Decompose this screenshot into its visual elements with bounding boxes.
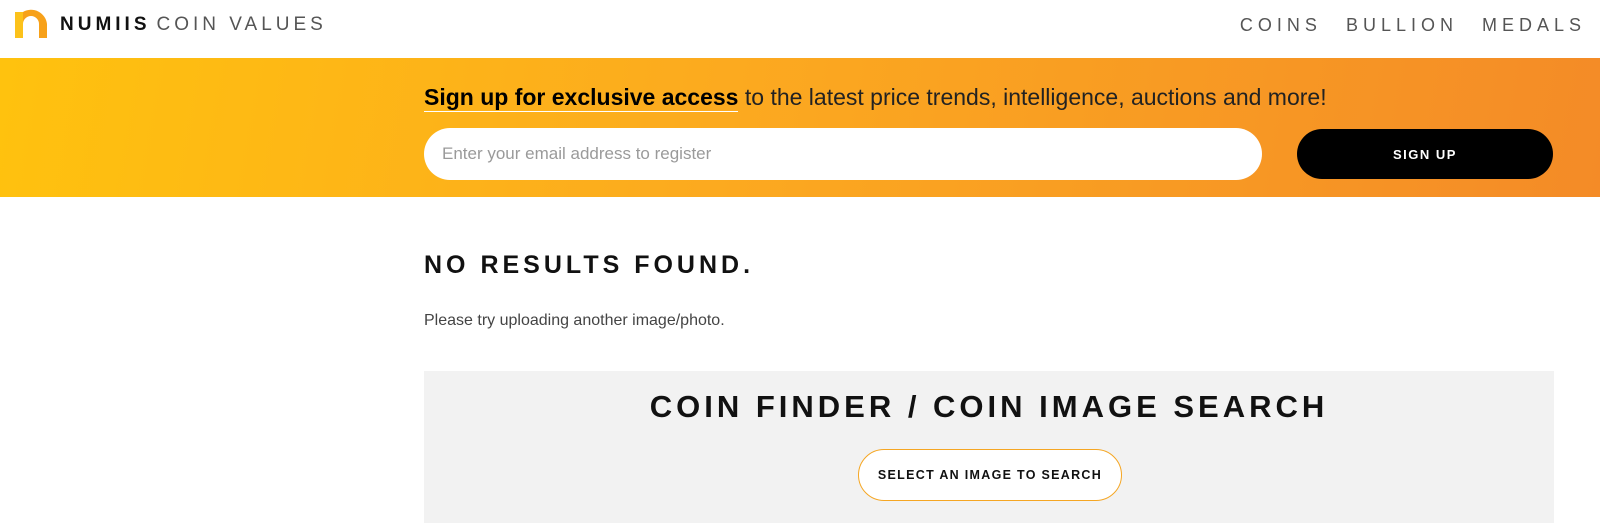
brand-name: NUMIIS: [60, 14, 151, 35]
banner-headline-text: to the latest price trends, intelligence…: [738, 84, 1327, 110]
signup-link[interactable]: Sign up for exclusive access: [424, 84, 739, 112]
no-results-message: Please try uploading another image/photo…: [424, 312, 725, 329]
nav-item-bullion[interactable]: BULLION: [1346, 14, 1458, 36]
brand-wordmark[interactable]: NUMIIS COIN VALUES: [60, 14, 327, 36]
coin-finder-panel: COIN FINDER / COIN IMAGE SEARCH SELECT A…: [424, 371, 1554, 523]
nav-item-coins[interactable]: COINS: [1240, 14, 1322, 36]
main-nav: COINS BULLION MEDALS: [1216, 14, 1586, 36]
brand-tagline: COIN VALUES: [156, 14, 327, 35]
site-header: NUMIIS COIN VALUES COINS BULLION MEDALS: [0, 0, 1600, 58]
signup-banner: Sign up for exclusive access to the late…: [0, 58, 1600, 197]
email-input[interactable]: [424, 128, 1262, 180]
nav-item-medals[interactable]: MEDALS: [1482, 14, 1586, 36]
coin-finder-title: COIN FINDER / COIN IMAGE SEARCH: [649, 389, 1329, 424]
signup-button[interactable]: SIGN UP: [1297, 129, 1553, 179]
select-image-button[interactable]: SELECT AN IMAGE TO SEARCH: [858, 449, 1122, 501]
banner-headline: Sign up for exclusive access to the late…: [424, 82, 1327, 112]
numiis-logo-icon[interactable]: [12, 8, 50, 42]
no-results-heading: NO RESULTS FOUND.: [424, 251, 755, 279]
